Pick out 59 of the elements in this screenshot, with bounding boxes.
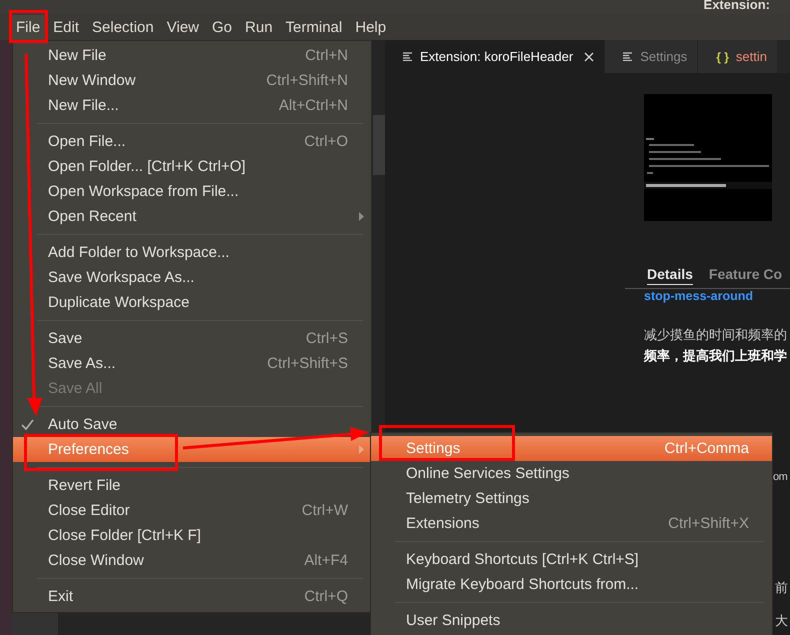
text-fragment: om [773,471,788,483]
menu-item[interactable]: Duplicate Workspace [13,290,371,315]
menu-item[interactable]: Save As... Ctrl+Shift+S [13,351,371,376]
menu-item[interactable]: Telemetry Settings [371,486,772,511]
menu-item[interactable]: New File... Alt+Ctrl+N [13,93,371,118]
menu-item[interactable]: Migrate Keyboard Shortcuts from... [371,572,772,597]
shortcut-label: Ctrl+S [306,330,348,347]
menu-item[interactable]: New Window Ctrl+Shift+N [13,68,371,93]
readme-heading: stop-mess-around [644,289,754,303]
menu-item[interactable]: Auto Save [13,412,371,437]
menu-item[interactable]: Save Workspace As... [13,265,371,290]
menu-title[interactable]: Help [349,14,392,40]
menu-item[interactable]: Add Folder to Workspace... [13,240,371,265]
menu-item[interactable]: New File Ctrl+N [13,43,371,68]
text-fragment: 大 [775,612,788,630]
editor-tab[interactable]: Extension: koroFileHeader [385,40,606,73]
annotation-box [9,10,48,43]
details-tab[interactable]: Feature Co [708,266,782,285]
shortcut-label: Ctrl+O [304,133,348,150]
shortcut-label: Alt+F4 [304,552,348,569]
menu-item[interactable]: Keyboard Shortcuts [Ctrl+K Ctrl+S] [371,547,772,572]
editor-tab[interactable]: Settings [605,40,698,73]
shortcut-label: Ctrl+Shift+S [267,355,348,372]
menu-item[interactable]: Revert File [13,473,371,498]
menu-title[interactable]: View [160,14,205,40]
editor-tab[interactable]: { } settin [698,40,778,73]
menu-title[interactable]: File [10,14,46,40]
preview-icon [403,52,413,61]
shortcut-label: Ctrl+N [305,47,348,64]
menu-item[interactable]: Close Editor Ctrl+W [13,498,371,523]
shortcut-label: Ctrl+Shift+N [266,72,348,89]
menu-item[interactable]: Open File... Ctrl+O [13,129,371,154]
menu-item[interactable]: Open Folder... [Ctrl+K Ctrl+O] [13,154,371,179]
shortcut-label: Alt+Ctrl+N [278,97,348,114]
shortcut-label: Ctrl+Q [304,588,348,605]
preview-icon [623,52,634,61]
menu-item[interactable]: Close Folder [Ctrl+K F] [13,523,371,548]
json-icon: { } [716,50,729,64]
menu-item[interactable]: Extensions Ctrl+Shift+X [371,511,772,536]
shortcut-label: Ctrl+W [302,502,348,519]
scrollbar[interactable] [373,115,385,175]
menu-title[interactable]: Go [206,14,238,40]
details-tab[interactable]: Details [647,266,693,285]
menu-item[interactable]: Open Workspace from File... [13,179,371,204]
menu-title[interactable]: Terminal [280,14,348,40]
shortcut-label: Ctrl+Shift+X [668,515,749,532]
close-icon[interactable] [584,52,594,62]
menu-item[interactable]: Exit Ctrl+Q [13,584,371,609]
menu-item[interactable]: Open Recent [13,204,371,229]
menu-item[interactable]: Save Ctrl+S [13,326,371,351]
readme-paragraph: 减少摸鱼的时间和频率的 频率，提高我们上班和学 [644,326,788,365]
menu-item[interactable]: Close Window Alt+F4 [13,548,371,573]
menu-item[interactable]: User Snippets [371,608,772,633]
text-fragment: 前 [775,579,788,597]
menu-title[interactable]: Selection [86,14,160,40]
menu-item[interactable]: Online Services Settings [371,461,772,486]
menu-title[interactable]: Run [239,14,279,40]
menu-title[interactable]: Edit [47,14,86,40]
shortcut-label: Ctrl+Comma [664,440,749,457]
